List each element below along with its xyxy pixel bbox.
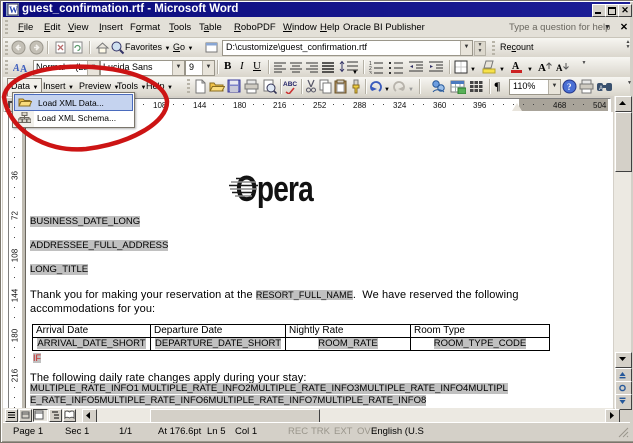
svg-text:A: A — [20, 64, 28, 75]
svg-text:▼: ▼ — [408, 87, 414, 93]
svg-text:▼: ▼ — [527, 67, 533, 73]
svg-text:W: W — [9, 5, 18, 15]
svg-text:▼: ▼ — [352, 70, 358, 74]
svg-text:A: A — [599, 86, 603, 92]
svg-text:ABC: ABC — [283, 81, 297, 88]
svg-text:A: A — [538, 62, 546, 74]
svg-text:3: 3 — [369, 71, 372, 74]
svg-text:A: A — [13, 63, 20, 74]
svg-text:A: A — [556, 63, 563, 73]
svg-text:▼: ▼ — [384, 87, 390, 93]
svg-text:▼: ▼ — [499, 67, 505, 73]
svg-text:▼: ▼ — [470, 67, 476, 73]
svg-text:?: ? — [567, 82, 572, 92]
